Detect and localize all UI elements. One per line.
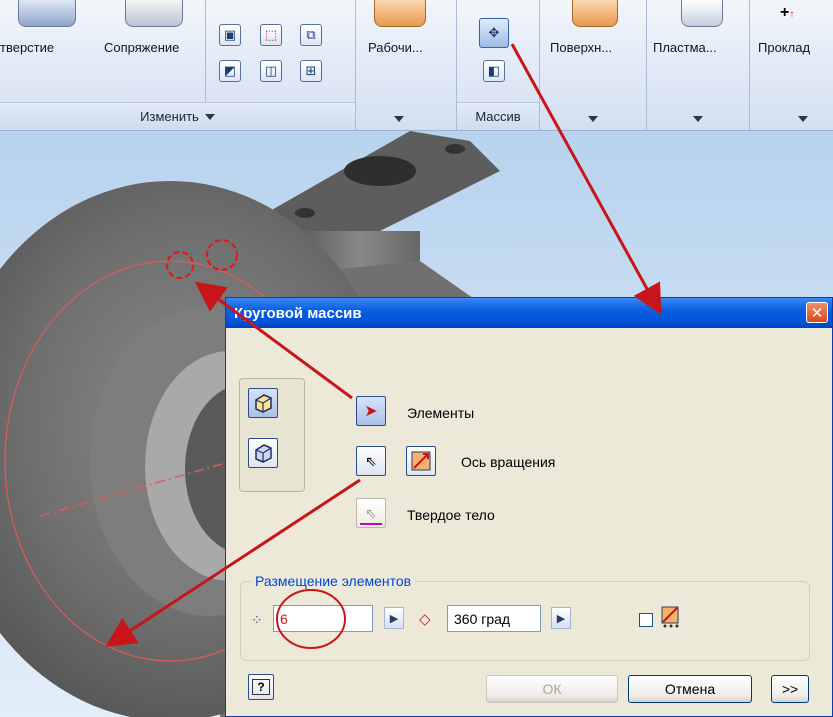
solid-select-button[interactable]: ⇖	[356, 498, 386, 528]
fillet-label[interactable]: Сопряжение	[104, 40, 179, 55]
plastic-label[interactable]: Пластма...	[653, 40, 717, 55]
placement-title: Размещение элементов	[251, 573, 416, 589]
panel-pattern: ✥ ◧ Массив	[457, 0, 540, 130]
dialog-titlebar[interactable]: Круговой массив	[226, 298, 832, 328]
combine-icon[interactable]: ⧉	[300, 24, 322, 46]
draft-icon[interactable]: ◩	[219, 60, 241, 82]
circular-pattern-icon[interactable]: ✥	[479, 18, 509, 48]
pattern-solids-mode-button[interactable]	[248, 438, 278, 468]
gasket-icon[interactable]: +↑	[780, 4, 794, 22]
plastic-part-icon[interactable]	[681, 0, 723, 27]
ok-button[interactable]: ОК	[486, 675, 618, 703]
occurrence-angle-input[interactable]: 360 град	[447, 605, 541, 632]
move-face-icon[interactable]: ⊞	[300, 60, 322, 82]
surface-icon[interactable]	[572, 0, 618, 27]
solids-mode-icon	[255, 444, 272, 463]
chevron-down-icon[interactable]	[588, 116, 598, 122]
mirror-icon[interactable]: ◧	[483, 60, 505, 82]
modify-label: Изменить	[140, 109, 199, 124]
hole-icon[interactable]	[18, 0, 76, 27]
axis-label: Ось вращения	[461, 454, 556, 470]
midplane-icon	[661, 606, 679, 628]
panel-work-features: Рабочи...	[356, 0, 457, 130]
work-features-label[interactable]: Рабочи...	[368, 40, 423, 55]
placement-group: Размещение элементов ⁘ 6 ▶ ◇ 360 град ▶	[240, 573, 810, 661]
count-arrow-button[interactable]: ▶	[384, 607, 404, 629]
thicken-icon[interactable]: ◫	[260, 60, 282, 82]
hole-label[interactable]: тверстие	[0, 40, 54, 55]
features-label: Элементы	[407, 405, 475, 421]
pattern-features-mode-button[interactable]	[248, 388, 278, 418]
gasket-label[interactable]: Проклад	[758, 40, 810, 55]
cursor-arrow-icon: ⇖	[365, 452, 377, 469]
circular-pattern-dialog: Круговой массив ✕ ➤ Элементы ⇖ Ось враще…	[225, 297, 833, 717]
modify-panel-footer[interactable]: Изменить	[0, 102, 355, 130]
fillet-icon[interactable]	[125, 0, 183, 27]
panel-surface: Поверхн...	[540, 0, 647, 130]
features-mode-icon	[255, 394, 272, 413]
features-select-button[interactable]: ➤	[356, 396, 386, 426]
pattern-label: Массив	[475, 109, 521, 124]
solid-label: Твердое тело	[407, 507, 495, 523]
close-button[interactable]: ✕	[806, 302, 828, 323]
ribbon: тверстие Сопряжение ▣ ⬚ ⧉ ◩ ◫ ⊞ Изменить…	[0, 0, 833, 131]
work-plane-icon[interactable]	[374, 0, 426, 27]
panel-gasket: +↑ Проклад	[750, 0, 833, 130]
midplane-checkbox[interactable]	[639, 613, 653, 627]
axis-select-button[interactable]: ⇖	[356, 446, 386, 476]
more-options-button[interactable]: >>	[771, 675, 809, 703]
surface-label[interactable]: Поверхн...	[550, 40, 612, 55]
help-button[interactable]: ?	[248, 674, 274, 700]
shell-icon[interactable]: ▣	[219, 24, 241, 46]
chevron-down-icon[interactable]	[394, 116, 404, 122]
panel-plastic: Пластма...	[647, 0, 750, 130]
occurrence-count-input[interactable]: 6	[273, 605, 373, 632]
cancel-button[interactable]: Отмена	[628, 675, 752, 703]
cursor-arrow-icon: ⇖	[365, 504, 377, 521]
cursor-arrow-icon: ➤	[364, 403, 378, 420]
occurrence-angle-value: 360 град	[454, 610, 511, 627]
split-icon[interactable]: ⬚	[260, 24, 282, 46]
chevron-down-icon[interactable]	[798, 116, 808, 122]
help-icon: ?	[252, 679, 270, 695]
occurrence-count-icon: ⁘	[251, 612, 263, 628]
occurrence-count-value: 6	[280, 610, 288, 627]
dialog-title: Круговой массив	[234, 304, 362, 322]
chevron-down-icon[interactable]	[693, 116, 703, 122]
solid-underline	[360, 523, 382, 525]
chevron-down-icon	[204, 113, 215, 120]
flip-axis-button[interactable]	[406, 446, 436, 476]
flip-direction-icon	[411, 451, 431, 471]
angle-arrow-button[interactable]: ▶	[551, 607, 571, 629]
pattern-panel-footer[interactable]: Массив	[457, 102, 539, 130]
occurrence-angle-icon: ◇	[419, 611, 431, 628]
